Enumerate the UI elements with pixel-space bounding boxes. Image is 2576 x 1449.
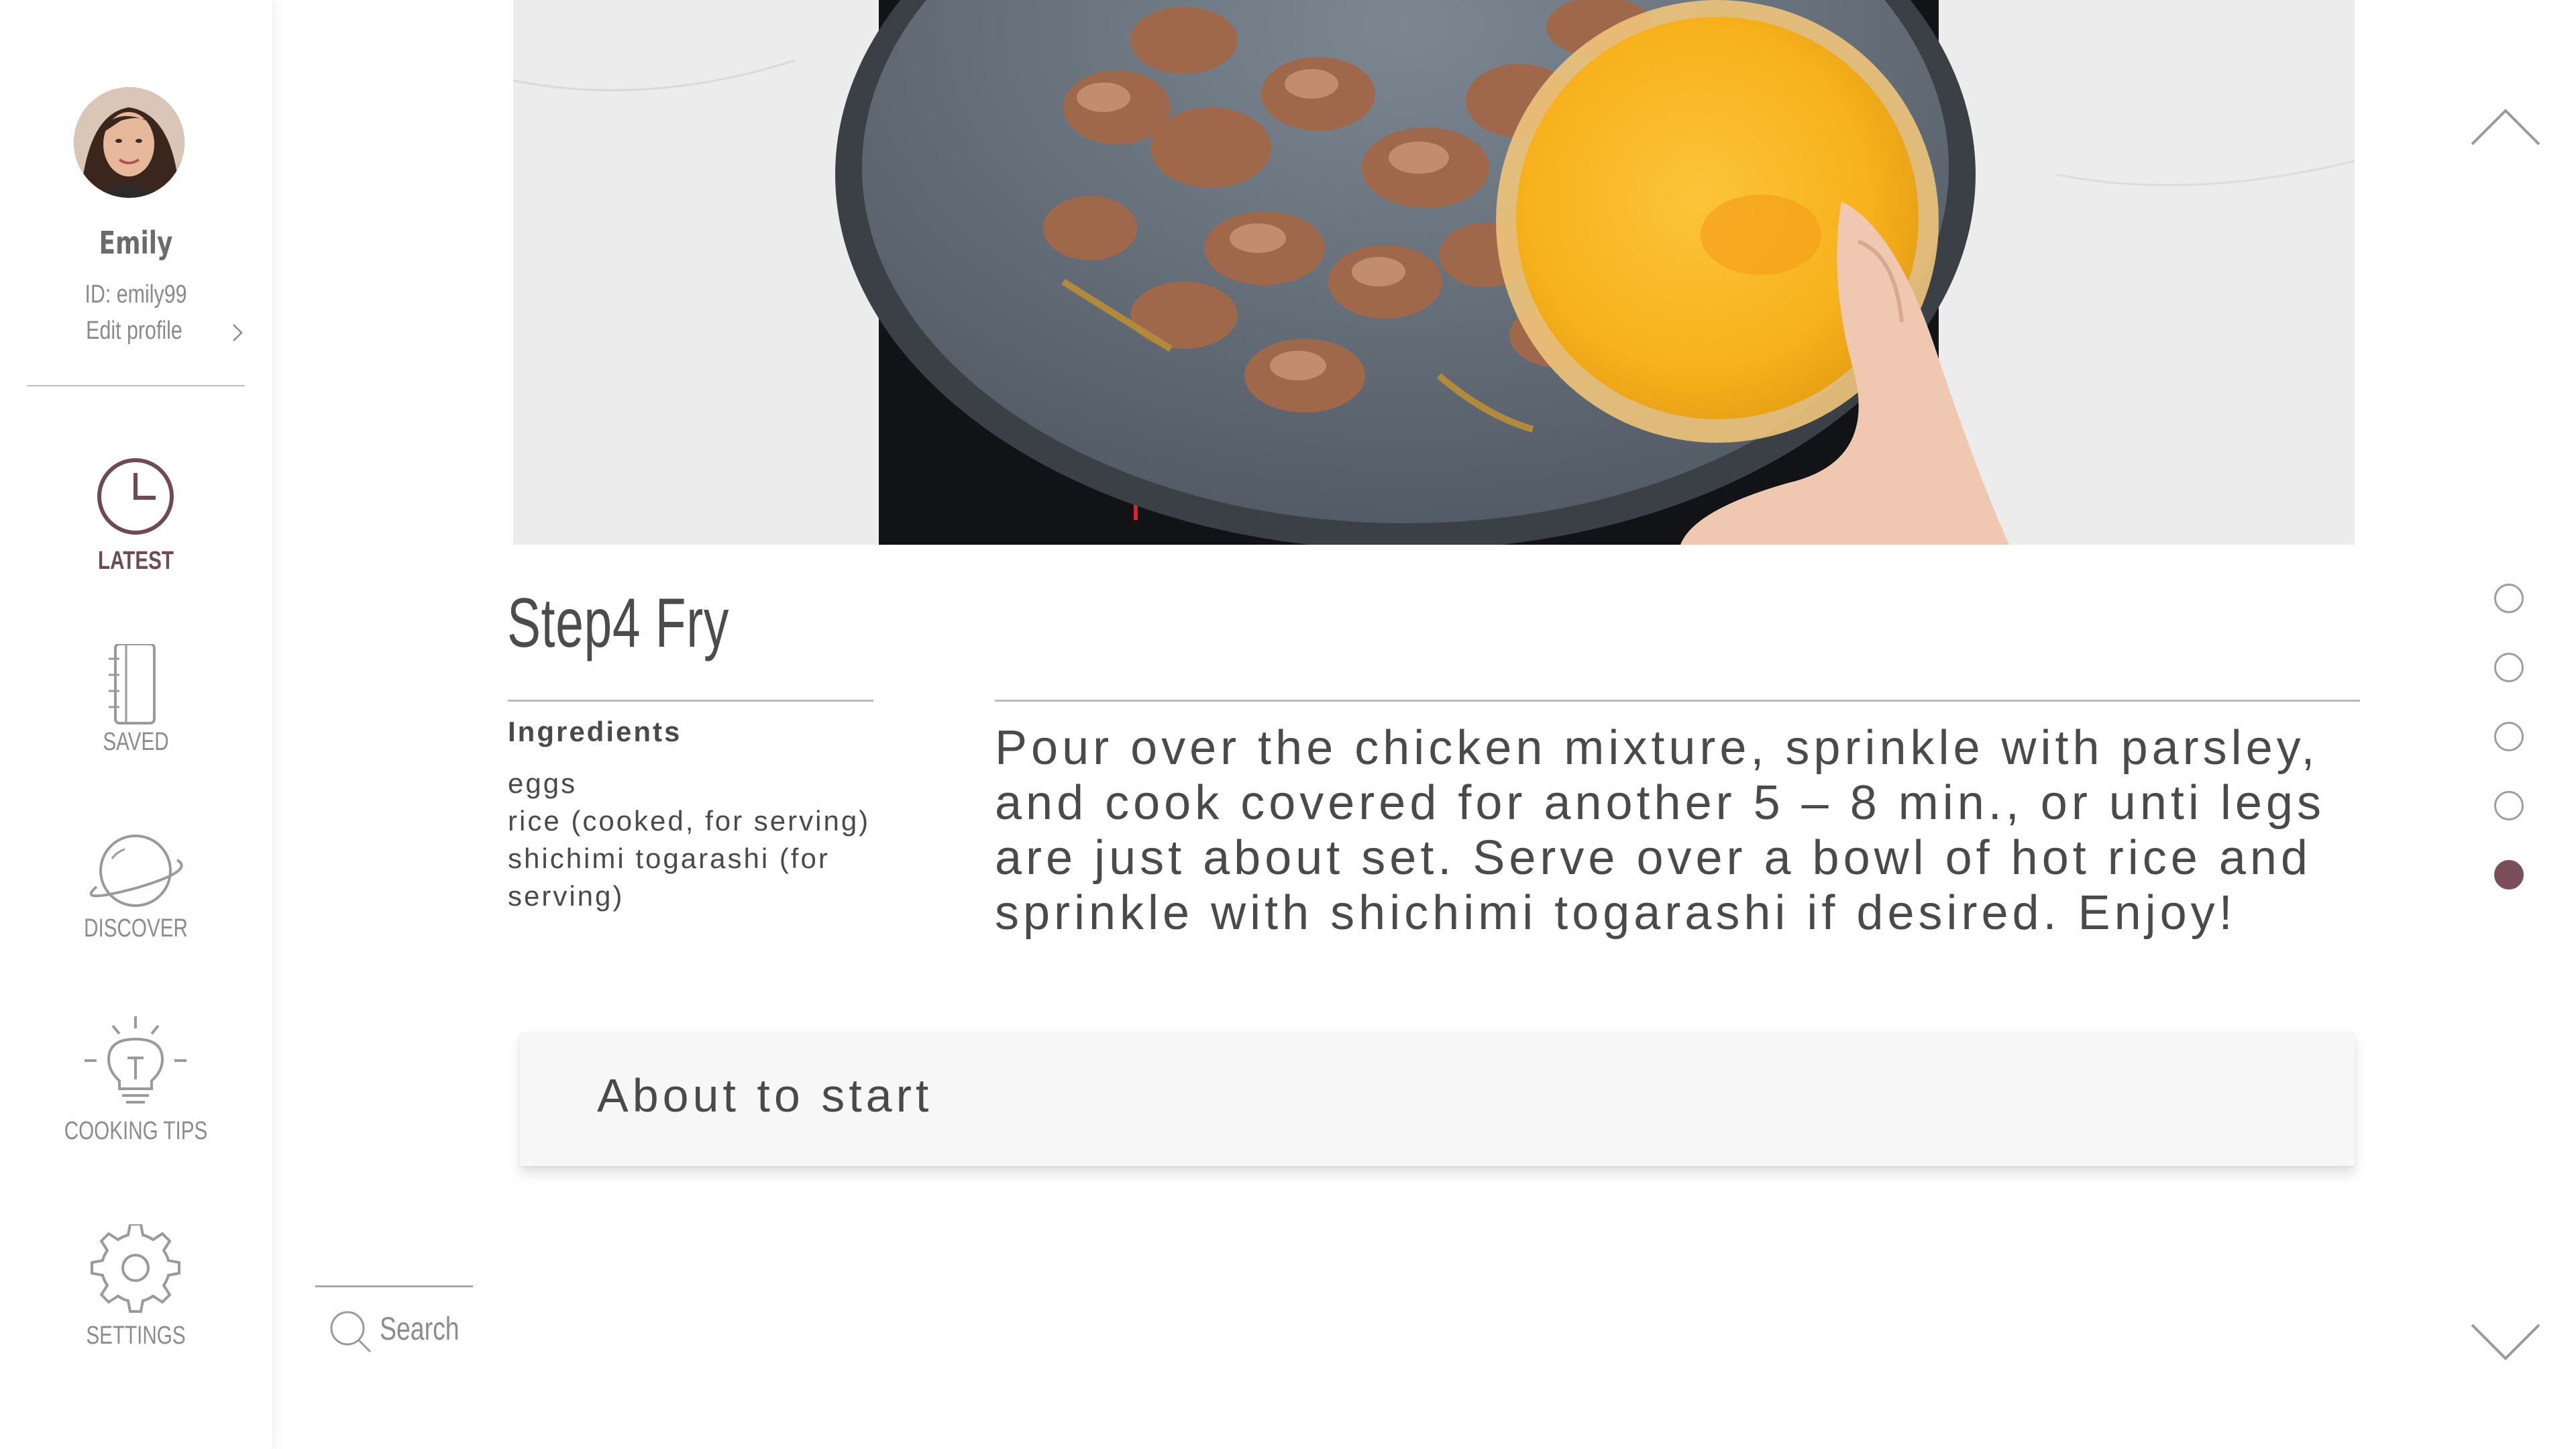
sidebar-item-saved[interactable]: SAVED <box>0 644 272 798</box>
sidebar-item-label: COOKING TIPS <box>64 1117 208 1145</box>
scroll-up-button[interactable] <box>2465 101 2546 154</box>
sidebar-item-label: LATEST <box>97 547 174 575</box>
ingredients-list: eggs rice (cooked, for serving) shichimi… <box>508 765 897 915</box>
chevron-right-icon <box>233 324 243 341</box>
gear-icon <box>91 1224 180 1313</box>
ingredient-item: shichimi togarashi (for <box>508 843 830 874</box>
page-dot-active[interactable] <box>2494 860 2524 890</box>
ingredient-item: eggs <box>508 767 578 799</box>
sidebar-item-label: SAVED <box>103 728 169 756</box>
sidebar-item-label: DISCOVER <box>84 914 188 943</box>
step-title: Step4 Fry <box>507 584 730 662</box>
sidebar-item-discover[interactable]: DISCOVER <box>0 832 272 986</box>
sidebar-item-cooking-tips[interactable]: COOKING TIPS <box>0 1016 272 1171</box>
page-dot[interactable] <box>2494 791 2524 820</box>
edit-profile-link[interactable]: Edit profile <box>40 317 255 350</box>
search-icon <box>330 1311 372 1353</box>
planet-icon <box>89 835 183 907</box>
chevron-up-icon <box>2471 109 2540 146</box>
title-divider-right <box>995 700 2360 702</box>
ingredient-item: serving) <box>508 880 625 912</box>
step-instruction: Pour over the chicken mixture, sprinkle … <box>995 721 2325 940</box>
ingredient-item: rice (cooked, for serving) <box>508 805 871 837</box>
sidebar-item-settings[interactable]: SETTINGS <box>0 1224 272 1379</box>
status-text: About to start <box>597 1069 933 1122</box>
status-card[interactable]: About to start <box>520 1032 2355 1166</box>
clock-icon <box>97 458 174 535</box>
edit-profile-label: Edit profile <box>86 317 182 345</box>
lightbulb-icon <box>85 1016 186 1104</box>
profile-name: Emily <box>99 225 173 261</box>
chevron-down-icon <box>2471 1324 2540 1360</box>
title-divider-left <box>508 700 873 702</box>
search-input[interactable]: Search <box>327 1307 488 1354</box>
ingredients-heading: Ingredients <box>508 716 682 747</box>
page-dot[interactable] <box>2494 653 2524 682</box>
profile-id: ID: emily99 <box>85 280 187 309</box>
recipe-step-image <box>513 0 2355 545</box>
scroll-down-button[interactable] <box>2465 1315 2546 1368</box>
search-divider <box>315 1285 473 1287</box>
sidebar: Emily ID: emily99 Edit profile LATEST SA… <box>0 0 272 1449</box>
page-dot[interactable] <box>2494 584 2524 613</box>
notebook-icon <box>109 644 156 724</box>
sidebar-item-label: SETTINGS <box>86 1322 186 1350</box>
sidebar-item-latest[interactable]: LATEST <box>0 456 272 610</box>
step-pagination <box>2489 584 2529 892</box>
page-dot[interactable] <box>2494 722 2524 751</box>
avatar[interactable] <box>74 87 184 198</box>
search-placeholder: Search <box>380 1311 460 1347</box>
sidebar-divider <box>27 385 245 386</box>
